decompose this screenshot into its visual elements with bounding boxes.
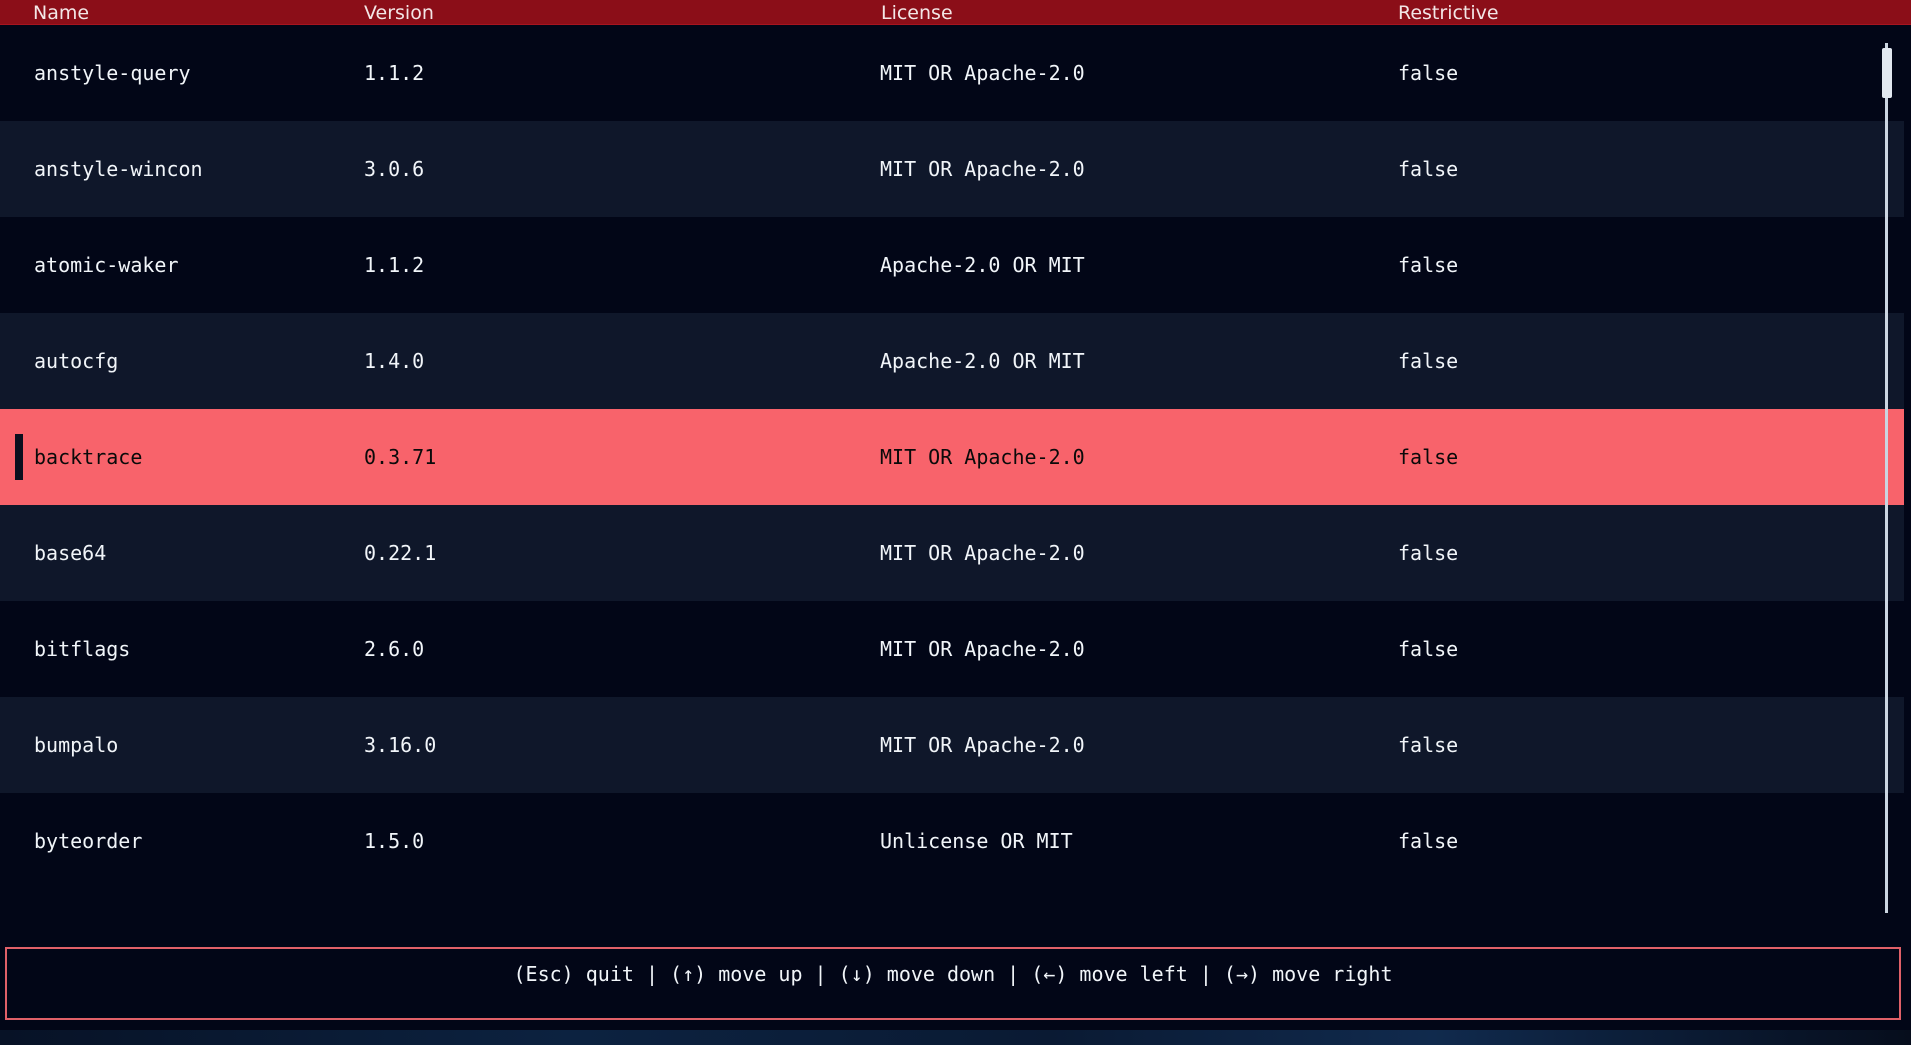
cell-license: Apache-2.0 OR MIT (880, 253, 1085, 277)
table-row[interactable]: base64 0.22.1 MIT OR Apache-2.0 false (0, 505, 1904, 601)
cell-version: 1.5.0 (364, 829, 425, 853)
header-version[interactable]: Version (364, 1, 434, 25)
cell-restrictive: false (1398, 637, 1459, 661)
table-row-selected[interactable]: backtrace 0.3.71 MIT OR Apache-2.0 false (0, 409, 1904, 505)
scrollbar-thumb[interactable] (1882, 48, 1892, 98)
cell-name: atomic-waker (34, 253, 179, 277)
table-row[interactable]: anstyle-wincon 3.0.6 MIT OR Apache-2.0 f… (0, 121, 1904, 217)
scrollbar-track[interactable] (1885, 43, 1888, 913)
table-row[interactable]: anstyle-query 1.1.2 MIT OR Apache-2.0 fa… (0, 25, 1904, 121)
table-header: Name Version License Restrictive (0, 0, 1911, 25)
cell-license: MIT OR Apache-2.0 (880, 445, 1085, 469)
table-row[interactable]: bumpalo 3.16.0 MIT OR Apache-2.0 false (0, 697, 1904, 793)
help-bar: (Esc) quit | (↑) move up | (↓) move down… (5, 947, 1901, 1020)
cell-restrictive: false (1398, 829, 1459, 853)
cell-name: anstyle-wincon (34, 157, 203, 181)
cell-license: MIT OR Apache-2.0 (880, 61, 1085, 85)
cell-version: 3.0.6 (364, 157, 425, 181)
cell-license: MIT OR Apache-2.0 (880, 541, 1085, 565)
cell-restrictive: false (1398, 445, 1459, 469)
cell-version: 1.4.0 (364, 349, 425, 373)
cell-restrictive: false (1398, 541, 1459, 565)
table-row[interactable]: bitflags 2.6.0 MIT OR Apache-2.0 false (0, 601, 1904, 697)
table-row[interactable]: autocfg 1.4.0 Apache-2.0 OR MIT false (0, 313, 1904, 409)
cell-restrictive: false (1398, 157, 1459, 181)
cell-license: MIT OR Apache-2.0 (880, 733, 1085, 757)
cell-license: MIT OR Apache-2.0 (880, 157, 1085, 181)
cell-license: Unlicense OR MIT (880, 829, 1073, 853)
cell-name: base64 (34, 541, 107, 565)
table-row[interactable]: byteorder 1.5.0 Unlicense OR MIT false (0, 793, 1904, 889)
row-cursor-marker (15, 434, 23, 480)
cell-restrictive: false (1398, 61, 1459, 85)
cell-restrictive: false (1398, 253, 1459, 277)
header-name[interactable]: Name (33, 1, 89, 25)
cell-version: 2.6.0 (364, 637, 425, 661)
keybinding-help-text: (Esc) quit | (↑) move up | (↓) move down… (513, 962, 1393, 986)
license-table-app: Name Version License Restrictive anstyle… (0, 0, 1911, 1045)
cell-version: 1.1.2 (364, 61, 425, 85)
desktop-background-strip (0, 1030, 1911, 1045)
cell-name: bumpalo (34, 733, 119, 757)
cell-version: 0.3.71 (364, 445, 437, 469)
table-body[interactable]: anstyle-query 1.1.2 MIT OR Apache-2.0 fa… (0, 25, 1904, 941)
cell-version: 1.1.2 (364, 253, 425, 277)
cell-version: 3.16.0 (364, 733, 437, 757)
cell-restrictive: false (1398, 733, 1459, 757)
header-restrictive[interactable]: Restrictive (1398, 1, 1499, 25)
cell-version: 0.22.1 (364, 541, 437, 565)
cell-restrictive: false (1398, 349, 1459, 373)
cell-name: anstyle-query (34, 61, 191, 85)
cell-name: byteorder (34, 829, 143, 853)
table-row[interactable]: atomic-waker 1.1.2 Apache-2.0 OR MIT fal… (0, 217, 1904, 313)
cell-license: Apache-2.0 OR MIT (880, 349, 1085, 373)
cell-name: bitflags (34, 637, 131, 661)
cell-name: autocfg (34, 349, 119, 373)
header-license[interactable]: License (881, 1, 953, 25)
cell-license: MIT OR Apache-2.0 (880, 637, 1085, 661)
cell-name: backtrace (34, 445, 143, 469)
